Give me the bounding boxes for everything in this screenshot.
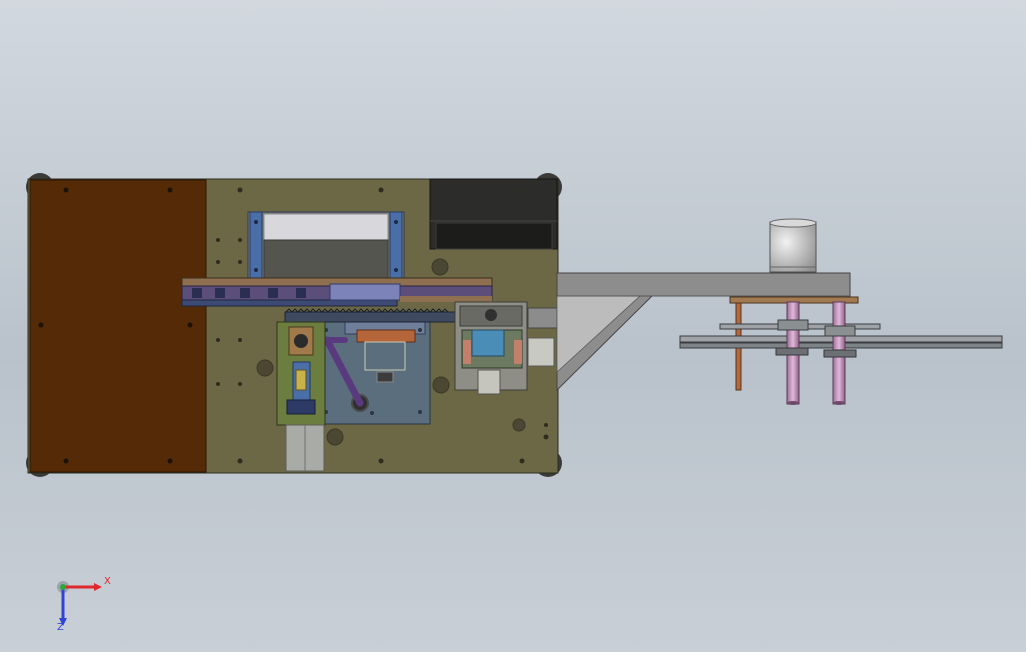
assembly-model[interactable] bbox=[0, 0, 1026, 652]
motor[interactable] bbox=[769, 218, 817, 273]
y-axis-dot bbox=[60, 584, 66, 590]
dark-housing-block[interactable] bbox=[429, 178, 558, 250]
horizontal-rail[interactable] bbox=[181, 277, 493, 307]
coordinate-triad: X Z bbox=[50, 572, 120, 636]
x-axis-label: X bbox=[104, 576, 111, 587]
wood-panel[interactable] bbox=[29, 179, 207, 473]
cantilever-frame[interactable] bbox=[556, 272, 851, 392]
carriage-plate[interactable] bbox=[316, 317, 431, 425]
feeder-bracket[interactable] bbox=[247, 211, 405, 281]
cad-viewport[interactable]: X Z bbox=[0, 0, 1026, 652]
x-axis-arrowhead bbox=[94, 583, 102, 591]
z-axis-label: Z bbox=[57, 622, 64, 633]
